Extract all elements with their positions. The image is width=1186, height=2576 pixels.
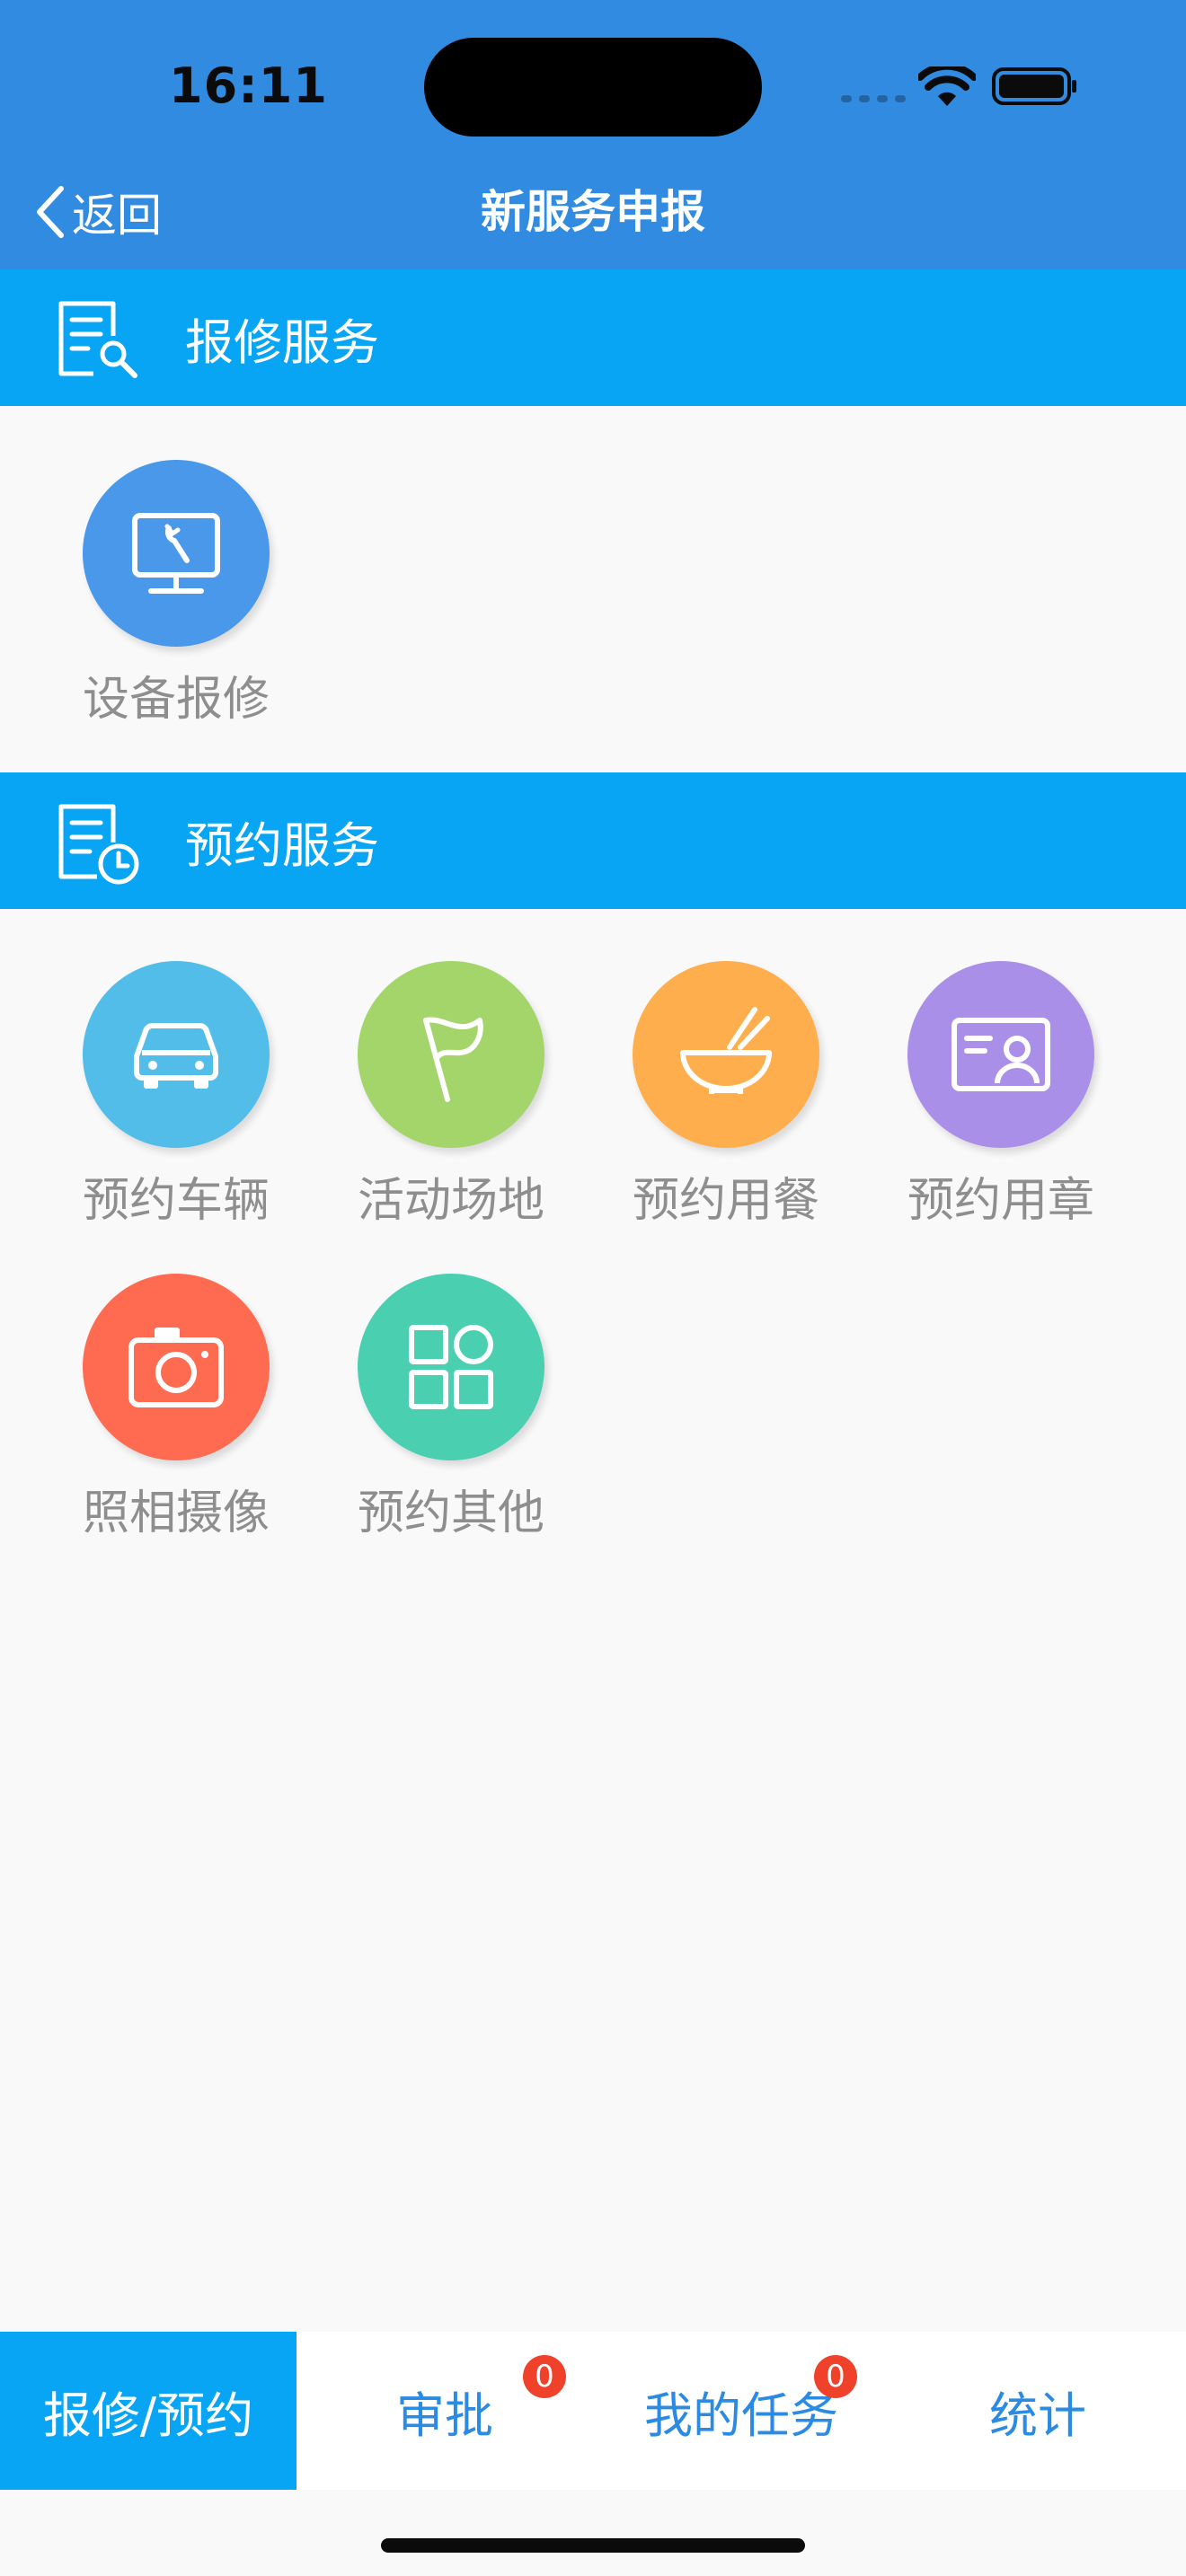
service-item-book-meal[interactable]: 预约用餐 bbox=[607, 961, 823, 1231]
service-item-book-other[interactable]: 预约其他 bbox=[332, 1274, 548, 1543]
badge-count: 0 bbox=[814, 2355, 857, 2398]
screen: 16:11 返回 新服务申报 报修服务 设备报修 预约服务 预约车辆 活动场地 … bbox=[0, 0, 1186, 2576]
car-icon bbox=[134, 1023, 218, 1089]
item-circle bbox=[83, 961, 270, 1148]
repair-doc-icon bbox=[58, 301, 137, 378]
dynamic-island bbox=[424, 38, 762, 137]
tab-label: 报修/预约 bbox=[42, 2386, 254, 2444]
service-item-book-seal[interactable]: 预约用章 bbox=[882, 961, 1098, 1231]
section-title: 预约服务 bbox=[185, 816, 379, 874]
page-title: 新服务申报 bbox=[481, 186, 705, 238]
item-circle bbox=[907, 961, 1094, 1148]
wifi-icon bbox=[918, 66, 976, 106]
item-label: 预约车辆 bbox=[82, 1174, 270, 1228]
item-circle bbox=[358, 1274, 544, 1460]
tab-bar: 报修/预约 审批 0 我的任务 0 统计 bbox=[0, 2332, 1186, 2490]
item-label: 预约用章 bbox=[907, 1174, 1094, 1228]
section-header-repair: 报修服务 bbox=[0, 269, 1186, 406]
tab-label: 审批 bbox=[396, 2386, 493, 2444]
item-label: 预约其他 bbox=[357, 1486, 544, 1540]
flag-icon bbox=[423, 1017, 483, 1102]
section-header-booking: 预约服务 bbox=[0, 772, 1186, 909]
service-item-event-venue[interactable]: 活动场地 bbox=[332, 961, 548, 1231]
item-label: 活动场地 bbox=[357, 1174, 544, 1228]
tab-statistics[interactable]: 统计 bbox=[890, 2332, 1186, 2490]
id-card-icon bbox=[951, 1018, 1050, 1091]
item-label: 照相摄像 bbox=[82, 1486, 270, 1540]
item-circle bbox=[633, 961, 819, 1148]
item-label: 预约用餐 bbox=[632, 1174, 819, 1228]
battery-icon bbox=[992, 67, 1076, 105]
item-circle bbox=[83, 460, 270, 647]
monitor-wrench-icon bbox=[132, 513, 220, 594]
service-item-book-vehicle[interactable]: 预约车辆 bbox=[58, 961, 273, 1231]
bowl-icon bbox=[680, 1007, 772, 1094]
item-circle bbox=[83, 1274, 270, 1460]
section-title: 报修服务 bbox=[185, 313, 379, 371]
schedule-doc-icon bbox=[58, 804, 139, 885]
tab-label: 统计 bbox=[989, 2386, 1086, 2444]
tab-label: 我的任务 bbox=[644, 2386, 838, 2444]
home-indicator bbox=[381, 2538, 805, 2553]
signal-icon bbox=[841, 81, 906, 102]
tab-approval[interactable]: 审批 0 bbox=[296, 2332, 593, 2490]
badge-count: 0 bbox=[523, 2355, 566, 2398]
status-time: 16:11 bbox=[169, 57, 328, 114]
grid-icon bbox=[409, 1325, 493, 1409]
service-item-photo-video[interactable]: 照相摄像 bbox=[58, 1274, 273, 1543]
tab-my-tasks[interactable]: 我的任务 0 bbox=[593, 2332, 890, 2490]
item-label: 设备报修 bbox=[82, 673, 270, 727]
tab-repair-booking[interactable]: 报修/预约 bbox=[0, 2332, 296, 2490]
item-circle bbox=[358, 961, 544, 1148]
service-item-equipment-repair[interactable]: 设备报修 bbox=[58, 460, 273, 729]
camera-icon bbox=[128, 1328, 224, 1407]
top-bar: 16:11 返回 新服务申报 bbox=[0, 0, 1186, 269]
